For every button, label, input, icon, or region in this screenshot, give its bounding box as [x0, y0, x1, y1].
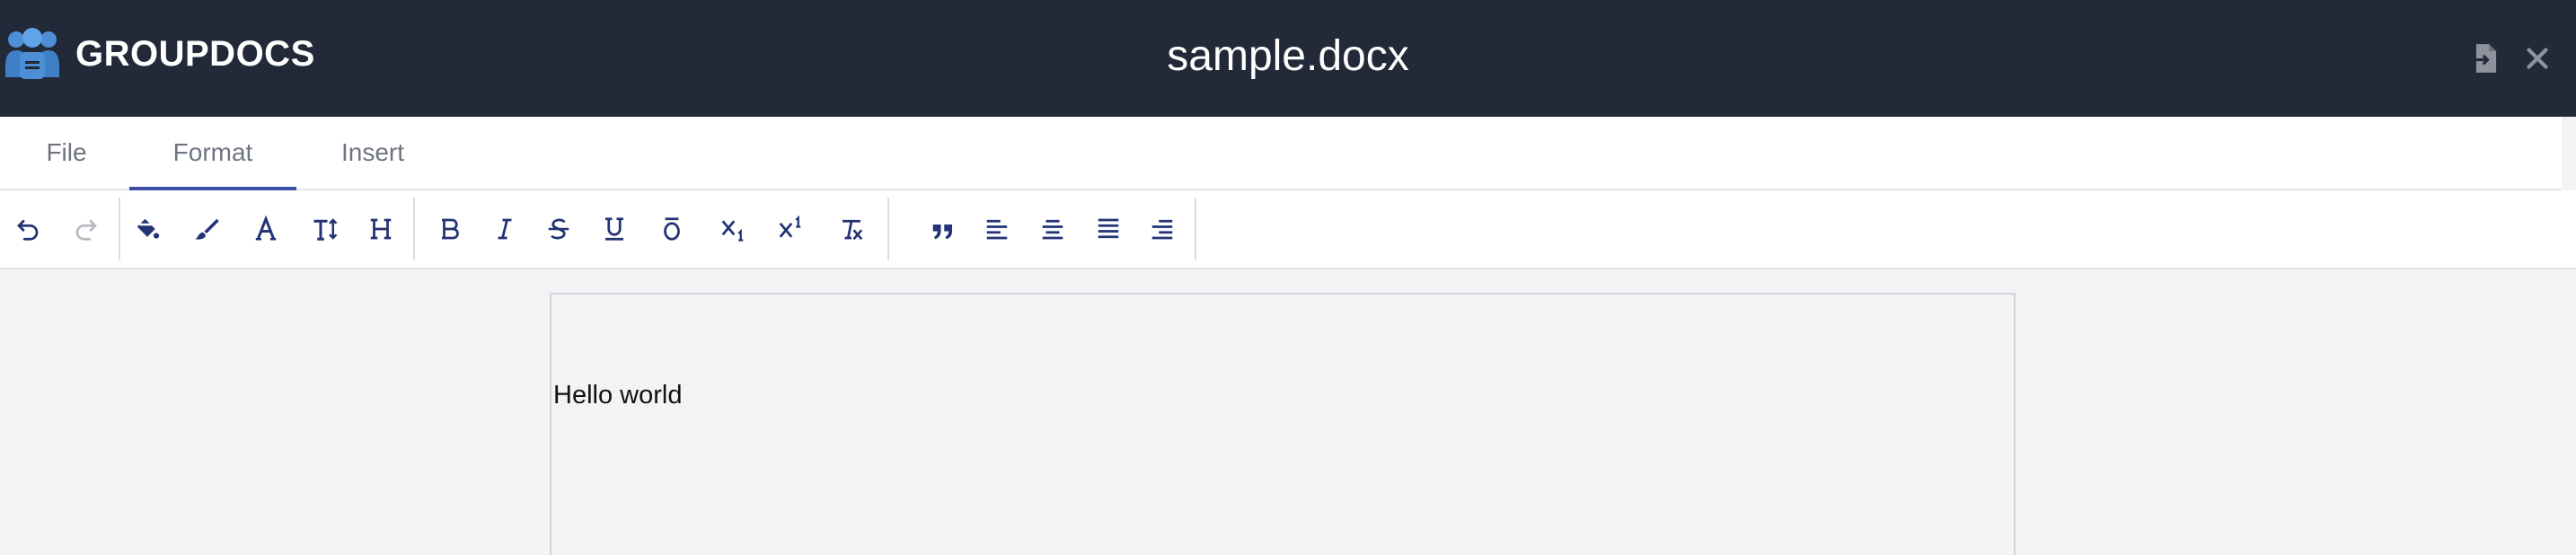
- underline-icon: [605, 217, 623, 241]
- tab-file[interactable]: File: [36, 117, 97, 189]
- clear-formatting-icon: [842, 219, 863, 241]
- align-justify-button[interactable]: [1081, 202, 1135, 256]
- overline-button[interactable]: [645, 202, 699, 256]
- overline-icon: [664, 217, 680, 241]
- heading-button[interactable]: [354, 202, 408, 256]
- clear-formatting-button[interactable]: [825, 202, 878, 256]
- blockquote-icon: [932, 225, 952, 240]
- toolbar-divider: [413, 198, 415, 260]
- font-button[interactable]: [239, 202, 293, 256]
- strikethrough-button[interactable]: [532, 202, 586, 256]
- close-button[interactable]: [2515, 36, 2560, 81]
- italic-button[interactable]: [478, 202, 532, 256]
- subscript-icon: [721, 220, 744, 242]
- text-height-icon: [313, 218, 338, 241]
- align-center-icon: [1042, 219, 1063, 240]
- toolbar-divider: [1195, 198, 1196, 260]
- underline-button[interactable]: [587, 202, 641, 256]
- toolbar-divider: [887, 198, 889, 260]
- brush-icon: [195, 218, 219, 240]
- undo-icon: [17, 219, 39, 241]
- paint-bucket-icon: [137, 218, 160, 239]
- redo-button[interactable]: [59, 202, 113, 256]
- bold-button[interactable]: [424, 202, 478, 256]
- format-toolbar: [0, 190, 2576, 269]
- heading-icon: [370, 218, 392, 240]
- superscript-button[interactable]: [763, 202, 817, 256]
- undo-button[interactable]: [1, 202, 55, 256]
- bold-icon: [442, 218, 459, 240]
- tab-format[interactable]: Format: [129, 117, 296, 190]
- document-text[interactable]: Hello world: [553, 381, 682, 410]
- blockquote-button[interactable]: [916, 202, 970, 256]
- save-exit-button[interactable]: [2464, 36, 2509, 81]
- italic-icon: [498, 218, 512, 240]
- font-icon: [255, 216, 277, 241]
- document-title: sample.docx: [1167, 32, 1409, 80]
- close-icon: [2527, 48, 2548, 69]
- align-center-button[interactable]: [1026, 202, 1080, 256]
- redo-icon: [75, 219, 97, 241]
- text-color-button[interactable]: [180, 202, 234, 256]
- align-left-button[interactable]: [970, 202, 1024, 256]
- font-size-button[interactable]: [298, 202, 352, 256]
- align-justify-icon: [1098, 218, 1119, 239]
- file-export-icon: [2473, 44, 2497, 73]
- align-right-icon: [1151, 219, 1173, 240]
- strikethrough-icon: [548, 218, 569, 240]
- background-color-button[interactable]: [120, 202, 174, 256]
- align-right-button[interactable]: [1135, 202, 1189, 256]
- document-page[interactable]: Hello world: [550, 293, 2016, 555]
- subscript-button[interactable]: [706, 202, 760, 256]
- tab-insert[interactable]: Insert: [332, 117, 413, 189]
- superscript-icon: [779, 216, 801, 238]
- align-left-icon: [986, 219, 1008, 240]
- ribbon-tabs: File Format Insert: [0, 117, 2562, 190]
- app-header: GROUPDOCS sample.docx: [0, 0, 2576, 117]
